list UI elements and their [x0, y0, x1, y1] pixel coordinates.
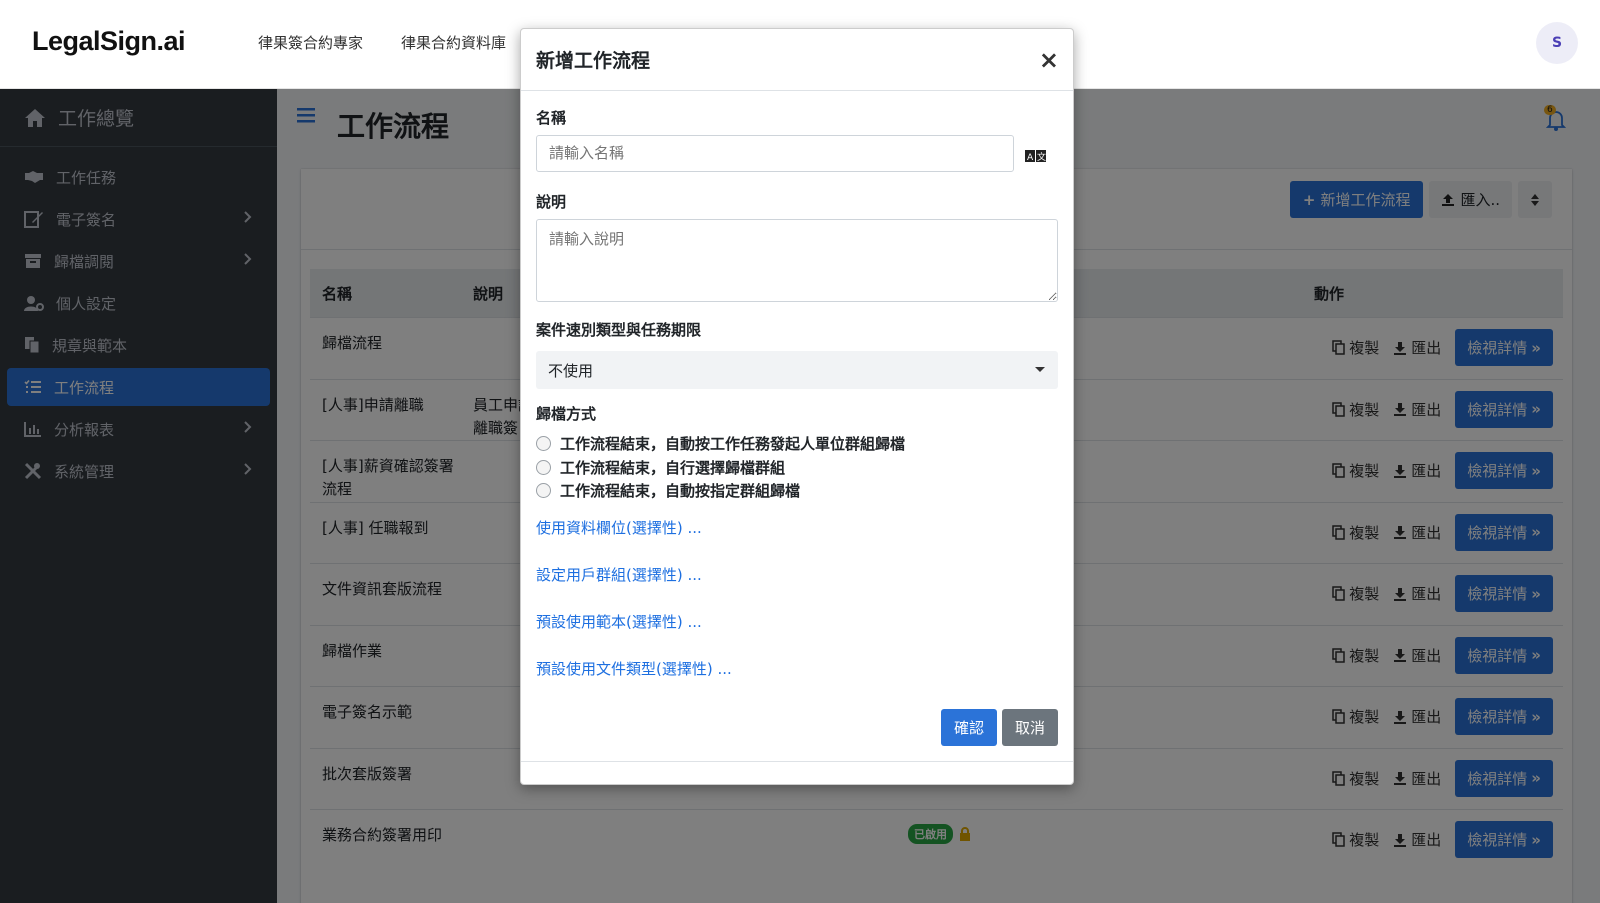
link-default-template[interactable]: 預設使用範本(選擇性) ... [536, 611, 702, 632]
radio-button[interactable] [536, 483, 551, 498]
speed-select-value: 不使用 [548, 362, 594, 380]
modal-title: 新增工作流程 [536, 50, 651, 72]
nav-link-contract-database[interactable]: 律果合約資料庫 [401, 32, 506, 53]
svg-text:文: 文 [1037, 151, 1046, 163]
close-icon[interactable]: × [1039, 46, 1059, 74]
radio-label: 工作流程結束，自行選擇歸檔群組 [560, 459, 786, 477]
cancel-button[interactable]: 取消 [1001, 709, 1058, 746]
radio-button[interactable] [536, 460, 551, 475]
name-label: 名稱 [536, 109, 567, 127]
avatar[interactable]: S [1536, 22, 1578, 64]
speed-label: 案件速別類型與任務期限 [536, 321, 702, 339]
translate-icon[interactable]: A文 [1025, 149, 1047, 163]
archive-option-specified-group[interactable]: 工作流程結束，自動按指定群組歸檔 [536, 480, 800, 501]
link-default-doc-type[interactable]: 預設使用文件類型(選擇性) ... [536, 658, 732, 679]
logo[interactable]: LegalSign.ai [32, 26, 186, 57]
svg-text:A: A [1027, 153, 1034, 163]
modal-header: 新增工作流程 × [521, 29, 1073, 91]
archive-option-initiator-group[interactable]: 工作流程結束，自動按工作任務發起人單位群組歸檔 [536, 433, 905, 454]
link-data-fields[interactable]: 使用資料欄位(選擇性) ... [536, 517, 702, 538]
archive-label: 歸檔方式 [536, 405, 597, 423]
name-input[interactable] [536, 135, 1014, 172]
radio-button[interactable] [536, 436, 551, 451]
radio-label: 工作流程結束，自動按指定群組歸檔 [560, 482, 801, 500]
desc-textarea[interactable] [536, 219, 1058, 302]
archive-option-manual-group[interactable]: 工作流程結束，自行選擇歸檔群組 [536, 457, 785, 478]
desc-label: 說明 [536, 193, 567, 211]
link-user-groups[interactable]: 設定用戶群組(選擇性) ... [536, 564, 702, 585]
modal-footer-divider [521, 761, 1073, 762]
speed-select[interactable]: 不使用 [536, 351, 1058, 389]
top-nav: 律果簽合約專家 律果合約資料庫 [258, 32, 506, 53]
radio-label: 工作流程結束，自動按工作任務發起人單位群組歸檔 [560, 435, 906, 453]
nav-link-signing-expert[interactable]: 律果簽合約專家 [258, 32, 363, 53]
new-workflow-modal: 新增工作流程 × 名稱 A文 說明 案件速別類型與任務期限 不使用 歸檔方式 工… [520, 28, 1074, 785]
caret-down-icon [1035, 367, 1045, 372]
confirm-button[interactable]: 確認 [940, 709, 997, 746]
